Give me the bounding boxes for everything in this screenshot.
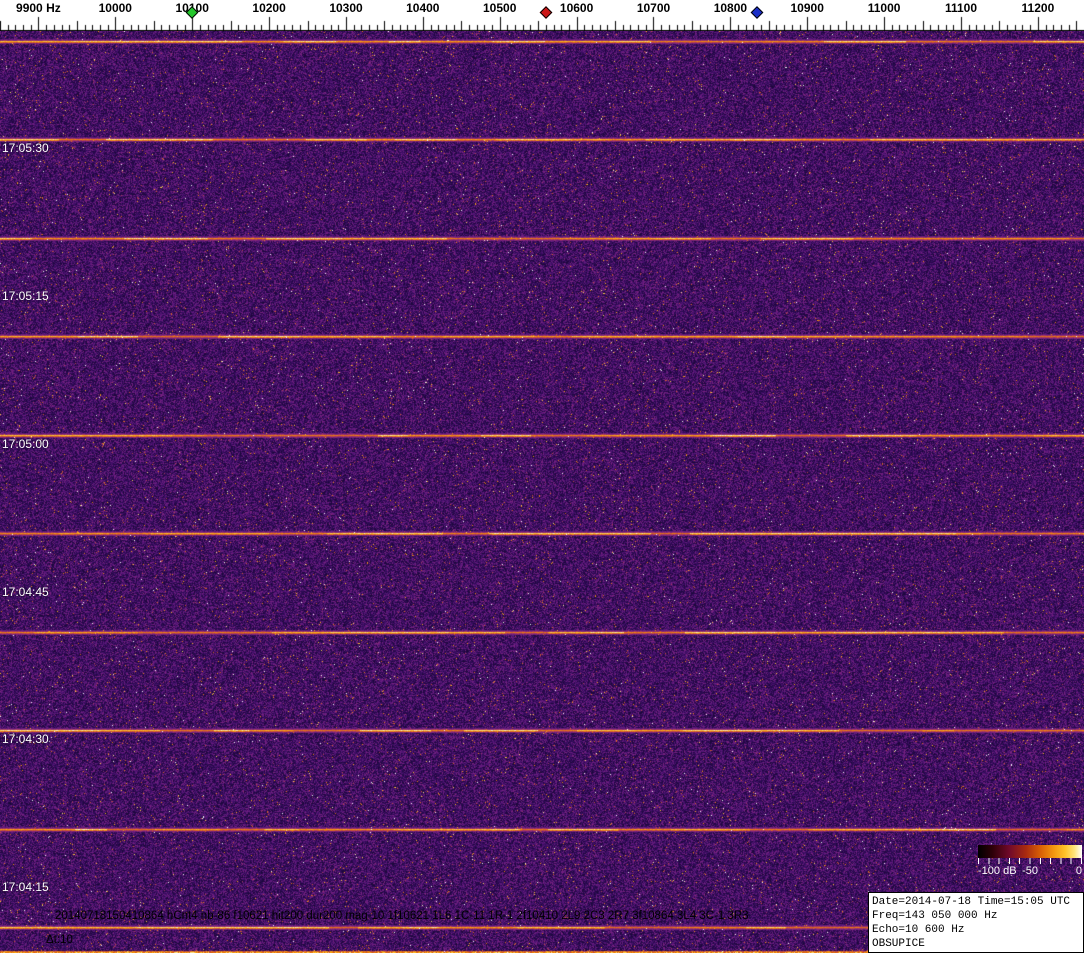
freq-tick-label: 10900 — [790, 1, 824, 15]
legend-tick-marks — [978, 858, 1082, 864]
freq-tick-label: 10700 — [636, 1, 671, 15]
legend-label-min: -100 dB — [978, 865, 1017, 877]
freq-tick-label: 11200 — [1021, 1, 1055, 15]
info-date-time: Date=2014-07-18 Time=15:05 UTC — [872, 896, 1071, 908]
colormap-gradient-bar — [978, 845, 1082, 858]
info-station: OBSUPICE — [872, 938, 925, 950]
info-echo: Echo=10 600 Hz — [872, 924, 965, 936]
time-tick-label: 17:04:15 — [2, 880, 49, 895]
freq-tick-label: 10600 — [559, 1, 594, 15]
legend-label-mid: -50 — [1022, 865, 1038, 877]
freq-tick-label: 10800 — [713, 1, 748, 15]
time-tick-label: 17:04:45 — [2, 584, 49, 599]
frequency-ruler[interactable]: 9900 Hz100001010010200103001040010500106… — [0, 0, 1084, 31]
freq-tick-label: 10300 — [329, 1, 363, 15]
time-tick-label: 17:05:15 — [2, 289, 49, 304]
freq-tick-label: 9900 Hz — [16, 1, 61, 15]
spectrogram-canvas[interactable] — [0, 31, 1084, 953]
observation-info-box: Date=2014-07-18 Time=15:05 UTC Freq=143 … — [868, 892, 1084, 953]
time-tick-label: 17:05:30 — [2, 141, 49, 156]
freq-tick-label: 11100 — [944, 1, 978, 15]
legend-label-max: 0 — [1075, 865, 1082, 877]
freq-tick-label: 10200 — [252, 1, 286, 15]
time-tick-label: 17:04:30 — [2, 732, 49, 747]
db-color-legend: -100 dB -50 0 — [978, 845, 1082, 878]
detection-text: 20140718150410864 hCnt4 nb-86 f10621 hit… — [55, 910, 749, 922]
freq-tick-label: 10000 — [98, 1, 132, 15]
spectrogram-app: 9900 Hz100001010010200103001040010500106… — [0, 0, 1084, 953]
delta-t-label: Δt:10 — [46, 934, 73, 946]
freq-tick-label: 10500 — [483, 1, 517, 15]
freq-tick-label: 10400 — [406, 1, 440, 15]
freq-tick-label: 11000 — [867, 1, 901, 15]
time-tick-label: 17:05:00 — [2, 436, 49, 451]
info-frequency: Freq=143 050 000 Hz — [872, 910, 998, 922]
legend-labels: -100 dB -50 0 — [978, 865, 1082, 878]
